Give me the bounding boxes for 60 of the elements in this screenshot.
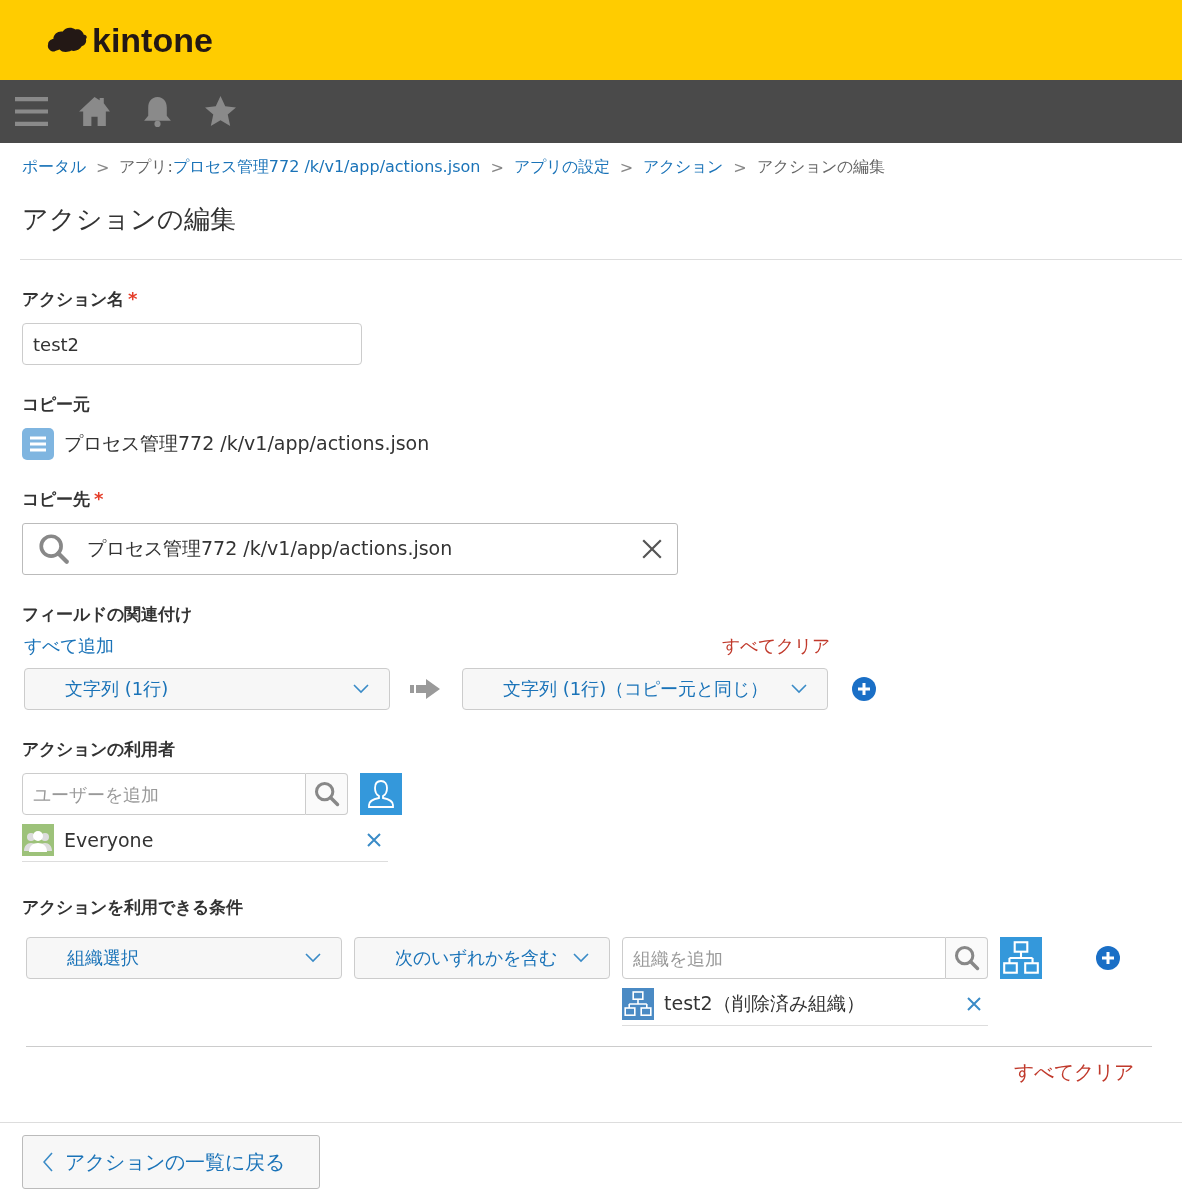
- action-name-field[interactable]: test2: [22, 323, 362, 365]
- field-label: アクション名: [22, 288, 124, 311]
- chevron-down-icon: [353, 684, 369, 694]
- search-icon: [312, 780, 341, 808]
- source-field-dropdown[interactable]: 文字列 (1行): [24, 668, 390, 710]
- chevron-left-icon: [43, 1152, 53, 1172]
- condition-operator-dropdown[interactable]: 次のいずれかを含む: [354, 937, 610, 979]
- field-label: アクションを利用できる条件: [22, 896, 243, 919]
- app-name: プロセス管理772 /k/v1/app/actions.json: [64, 431, 430, 456]
- page-title: アクションの編集: [22, 203, 237, 236]
- breadcrumb-link[interactable]: アクション: [643, 157, 724, 178]
- breadcrumb-current: アクションの編集: [756, 157, 885, 178]
- user-icon[interactable]: [360, 773, 402, 815]
- arrow-right-icon: [410, 677, 442, 701]
- bell-icon[interactable]: [141, 95, 174, 128]
- chevron-down-icon: [305, 953, 321, 963]
- breadcrumb-separator: >: [619, 158, 634, 177]
- add-all-link[interactable]: すべて追加: [24, 634, 114, 658]
- target-field-dropdown[interactable]: 文字列 (1行)（コピー元と同じ）: [462, 668, 828, 710]
- star-icon[interactable]: [204, 95, 237, 128]
- group-icon: [22, 824, 54, 856]
- back-button[interactable]: アクションの一覧に戻る: [22, 1135, 320, 1189]
- field-label: アクションの利用者: [22, 738, 175, 761]
- search-button[interactable]: [946, 937, 988, 979]
- search-icon: [37, 532, 71, 566]
- remove-icon[interactable]: [966, 996, 982, 1012]
- kintone-logo: kintone: [92, 20, 213, 60]
- condition-field-dropdown[interactable]: 組織選択: [26, 937, 342, 979]
- entity-name: test2（削除済み組織）: [664, 991, 866, 1016]
- breadcrumb-link[interactable]: ポータル: [22, 157, 86, 178]
- breadcrumb-separator: >: [490, 158, 504, 177]
- chevron-down-icon: [573, 953, 589, 963]
- app-list-icon: [22, 428, 54, 460]
- breadcrumb-separator: >: [733, 158, 747, 177]
- close-icon[interactable]: [641, 538, 663, 560]
- breadcrumb-link[interactable]: アプリの設定: [513, 157, 610, 178]
- breadcrumb-separator: >: [96, 158, 110, 177]
- org-chart-icon: [622, 988, 654, 1020]
- add-circle-icon[interactable]: [1096, 946, 1120, 970]
- org-search-field[interactable]: 組織を追加: [622, 937, 946, 979]
- app-search-field[interactable]: プロセス管理772 /k/v1/app/actions.json: [22, 523, 678, 575]
- menu-icon[interactable]: [15, 95, 48, 128]
- clear-all-link[interactable]: すべてクリア: [1014, 1059, 1134, 1086]
- breadcrumb-link[interactable]: プロセス管理772 /k/v1/app/actions.json: [172, 157, 481, 178]
- field-label: フィールドの関連付け: [22, 603, 192, 626]
- required-mark: *: [94, 488, 104, 511]
- user-search-field[interactable]: ユーザーを追加: [22, 773, 306, 815]
- chevron-down-icon: [791, 684, 807, 694]
- field-label: コピー元: [22, 393, 90, 416]
- remove-icon[interactable]: [366, 832, 382, 848]
- home-icon[interactable]: [78, 95, 111, 128]
- required-mark: *: [128, 288, 138, 311]
- add-circle-icon[interactable]: [852, 677, 876, 701]
- search-button[interactable]: [306, 773, 348, 815]
- field-label: コピー先: [22, 488, 90, 511]
- entity-name: Everyone: [64, 829, 155, 851]
- clear-all-link[interactable]: すべてクリア: [722, 634, 830, 658]
- search-icon: [952, 944, 981, 972]
- breadcrumb-label: アプリ:: [119, 157, 173, 178]
- org-chart-icon[interactable]: [1000, 937, 1042, 979]
